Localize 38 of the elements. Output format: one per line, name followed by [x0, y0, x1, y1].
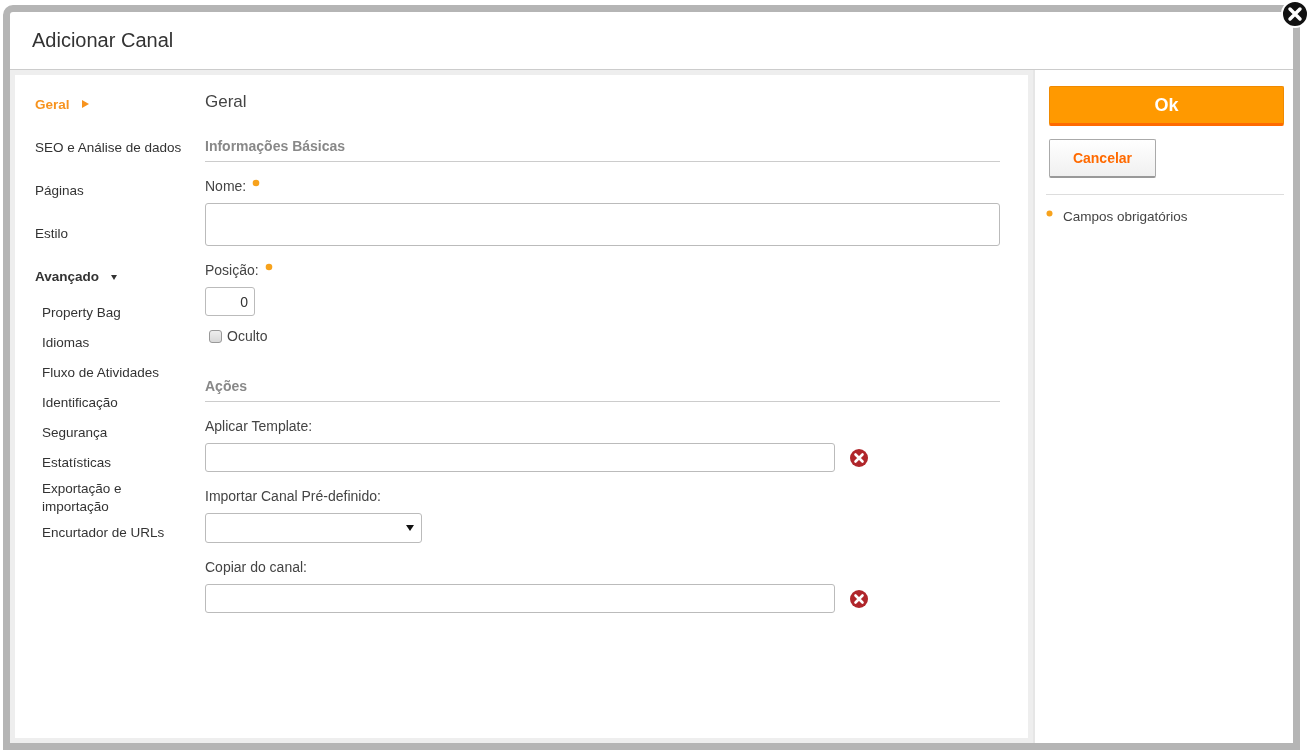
name-field[interactable]	[205, 203, 1000, 246]
section-heading: Geral	[205, 92, 248, 112]
number-field[interactable]: 0	[205, 287, 255, 316]
required-icon	[1046, 210, 1053, 217]
sidebar-item[interactable]: Identificação	[42, 388, 172, 418]
caret-down-icon	[111, 274, 118, 280]
field-label: Importar Canal Pré-definido:	[205, 488, 382, 504]
sidebar-item[interactable]: Páginas	[35, 169, 193, 212]
group-title: Ações	[205, 378, 1000, 402]
close-icon[interactable]	[1281, 0, 1309, 28]
sidebar-item[interactable]: SEO e Análise de dados	[35, 126, 193, 169]
dialog-title: Adicionar Canal	[32, 29, 174, 52]
checkbox[interactable]	[209, 329, 222, 343]
caret-down-icon	[406, 525, 414, 531]
required-icon	[264, 263, 273, 271]
sidebar-item[interactable]: Segurança	[42, 418, 172, 448]
input-field[interactable]	[205, 443, 835, 472]
arrow-right-icon	[81, 99, 89, 108]
field-label: Copiar do canal:	[205, 559, 308, 575]
sidebar-item[interactable]: Property Bag	[42, 298, 172, 328]
sidebar-item[interactable]: Avançado	[35, 255, 193, 298]
sidebar-item[interactable]: Estilo	[35, 212, 193, 255]
sidebar-item[interactable]: Estatísticas	[42, 448, 172, 478]
sidebar-item[interactable]: Fluxo de Atividades	[42, 358, 172, 388]
dropdown[interactable]	[205, 513, 422, 543]
field-label: Posição:	[205, 262, 1000, 278]
field-label: Nome:	[205, 178, 1000, 194]
clear-icon[interactable]	[850, 589, 868, 608]
field-label: Aplicar Template:	[205, 418, 314, 434]
checkbox-label: Oculto	[227, 328, 268, 344]
required-icon	[252, 179, 261, 187]
sidebar-item[interactable]: Idiomas	[42, 328, 172, 358]
sidebar-item[interactable]: Exportação e importação	[42, 478, 172, 518]
clear-icon[interactable]	[850, 448, 868, 467]
group-title: Informações Básicas	[205, 138, 1000, 162]
input-field[interactable]	[205, 584, 835, 613]
legend-text: Campos obrigatórios	[1063, 209, 1188, 224]
sidebar-item[interactable]: Encurtador de URLs	[42, 518, 172, 548]
